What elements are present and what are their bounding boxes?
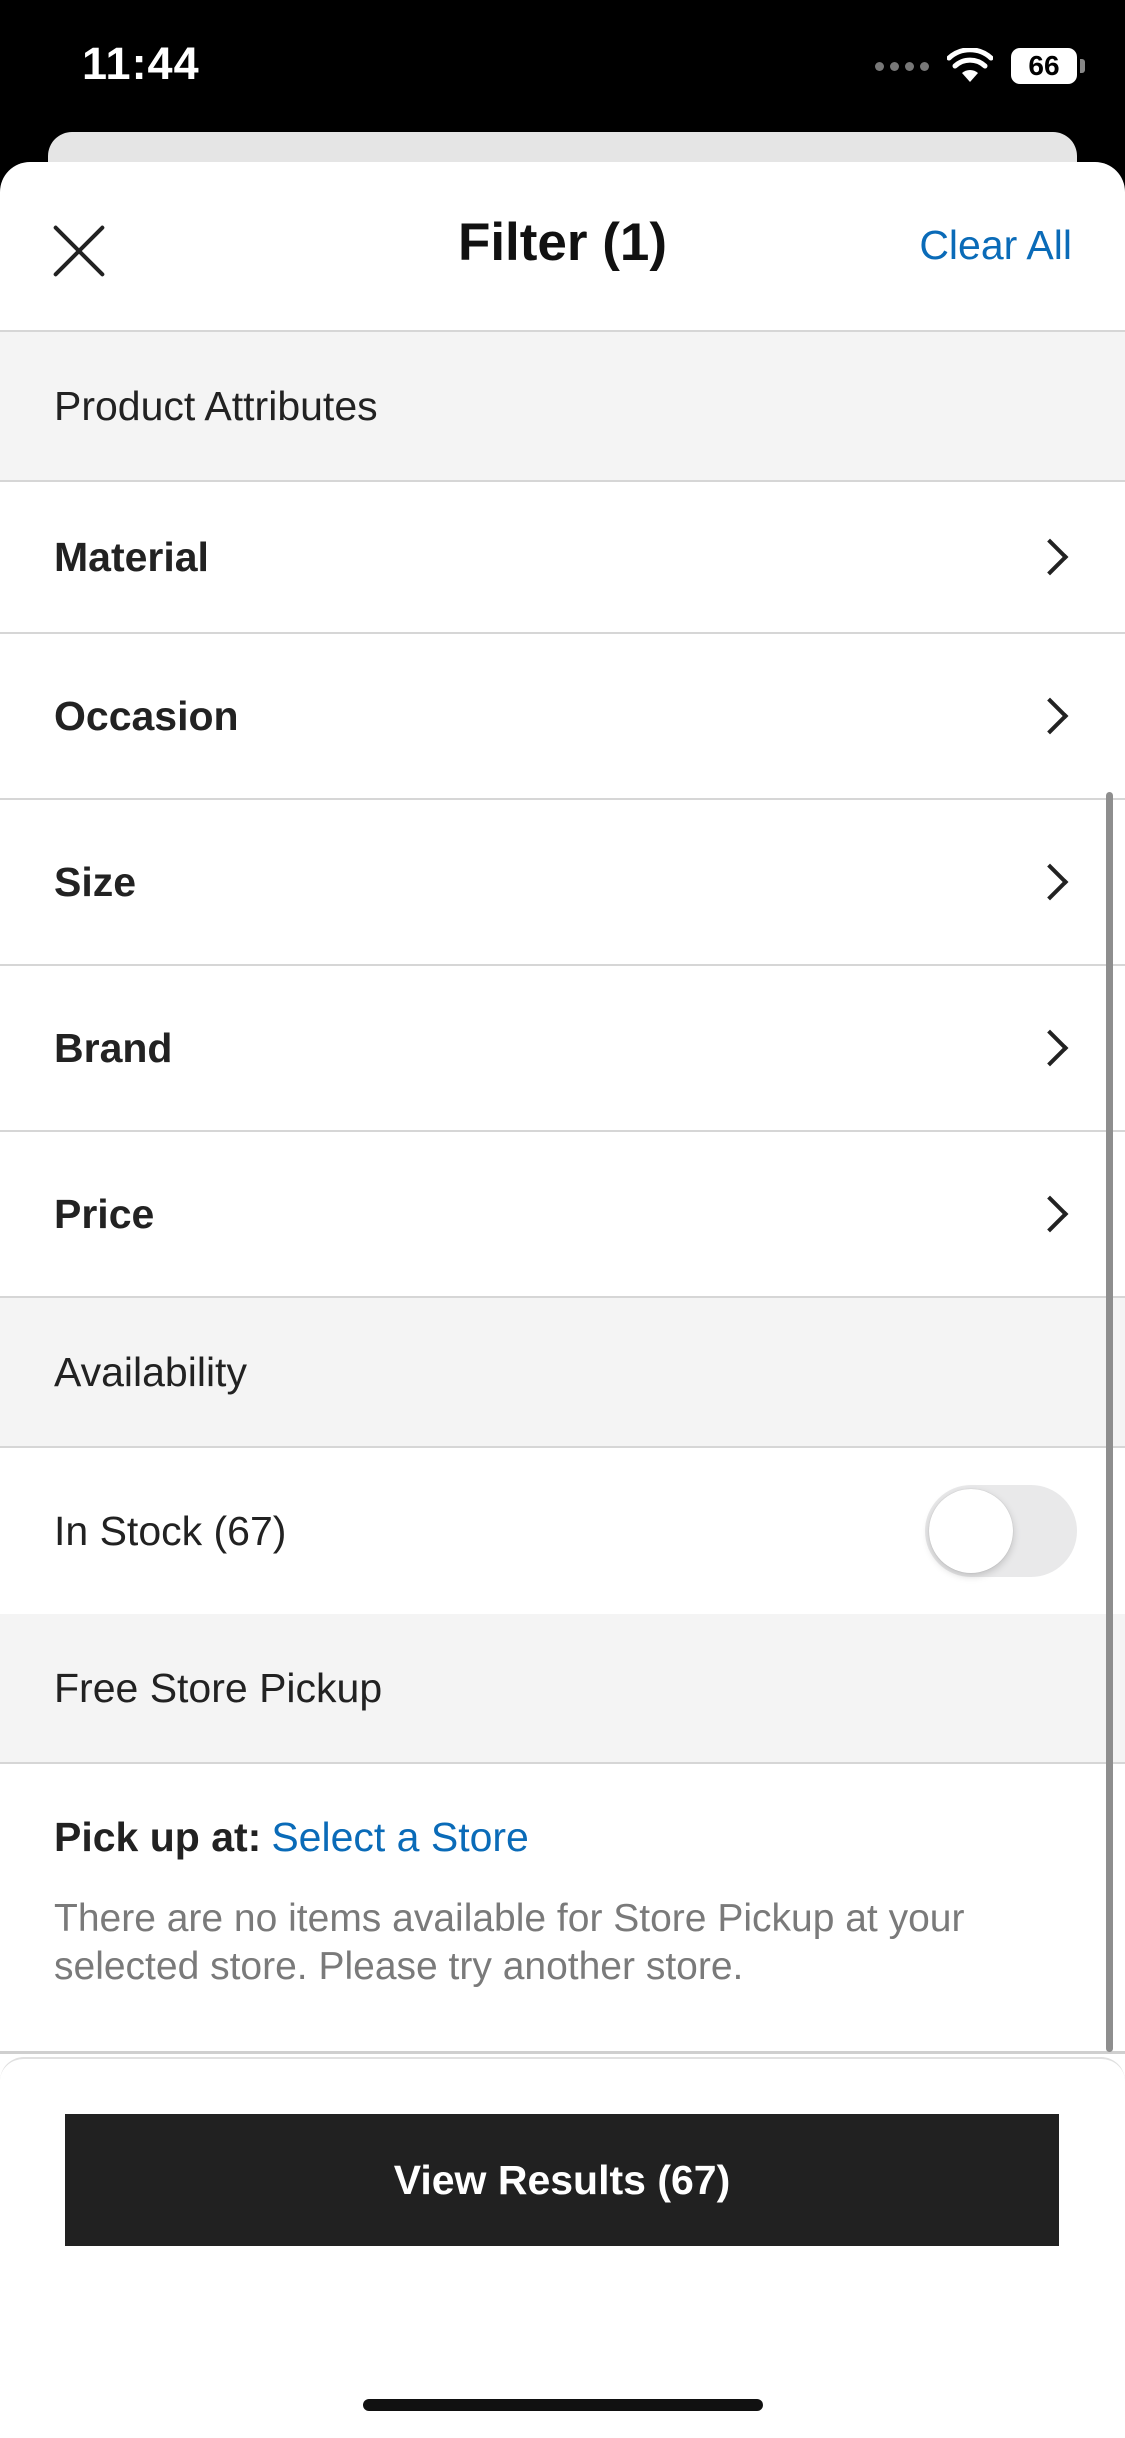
in-stock-toggle[interactable] bbox=[925, 1485, 1077, 1577]
sheet-header: Filter (1) Clear All bbox=[0, 162, 1125, 332]
chevron-right-icon bbox=[1031, 538, 1069, 576]
status-time: 11:44 bbox=[82, 38, 200, 89]
filter-row-price[interactable]: Price bbox=[0, 1132, 1125, 1298]
home-indicator bbox=[363, 2399, 763, 2411]
select-store-link[interactable]: Select a Store bbox=[271, 1814, 529, 1860]
filter-row-size[interactable]: Size bbox=[0, 800, 1125, 966]
chevron-right-icon bbox=[1031, 863, 1069, 901]
chevron-right-icon bbox=[1031, 1029, 1069, 1067]
filter-row-label: Material bbox=[54, 533, 209, 580]
clear-all-button[interactable]: Clear All bbox=[919, 222, 1072, 269]
chevron-right-icon bbox=[1031, 697, 1069, 735]
pickup-label: Pick up at: bbox=[54, 1814, 262, 1860]
in-stock-row: In Stock (67) bbox=[0, 1448, 1125, 1614]
status-icons: 66 bbox=[875, 48, 1085, 84]
filter-row-label: Size bbox=[54, 858, 137, 905]
scrollbar[interactable] bbox=[1106, 792, 1113, 2052]
pickup-line: Pick up at: Select a Store bbox=[54, 1814, 1071, 1861]
section-header-product-attributes: Product Attributes bbox=[0, 332, 1125, 482]
chevron-right-icon bbox=[1031, 1195, 1069, 1233]
filter-row-label: Price bbox=[54, 1190, 155, 1237]
battery-icon: 66 bbox=[1011, 48, 1085, 84]
filter-row-label: Brand bbox=[54, 1024, 173, 1071]
in-stock-label: In Stock (67) bbox=[54, 1507, 287, 1554]
section-header-free-store-pickup: Free Store Pickup bbox=[0, 1614, 1125, 1764]
view-results-button[interactable]: View Results (67) bbox=[65, 2114, 1059, 2246]
section-header-availability: Availability bbox=[0, 1298, 1125, 1448]
footer-bar: View Results (67) bbox=[0, 2057, 1125, 2438]
store-pickup-panel: Pick up at: Select a Store There are no i… bbox=[0, 1764, 1125, 2054]
filter-row-material[interactable]: Material bbox=[0, 482, 1125, 634]
toggle-knob bbox=[929, 1489, 1013, 1573]
status-bar: 11:44 66 bbox=[0, 0, 1125, 140]
pickup-message: There are no items available for Store P… bbox=[54, 1897, 965, 1988]
filter-row-occasion[interactable]: Occasion bbox=[0, 634, 1125, 800]
filter-row-brand[interactable]: Brand bbox=[0, 966, 1125, 1132]
cellular-signal-icon bbox=[875, 61, 929, 71]
filter-row-label: Occasion bbox=[54, 692, 239, 739]
wifi-icon bbox=[947, 48, 993, 82]
